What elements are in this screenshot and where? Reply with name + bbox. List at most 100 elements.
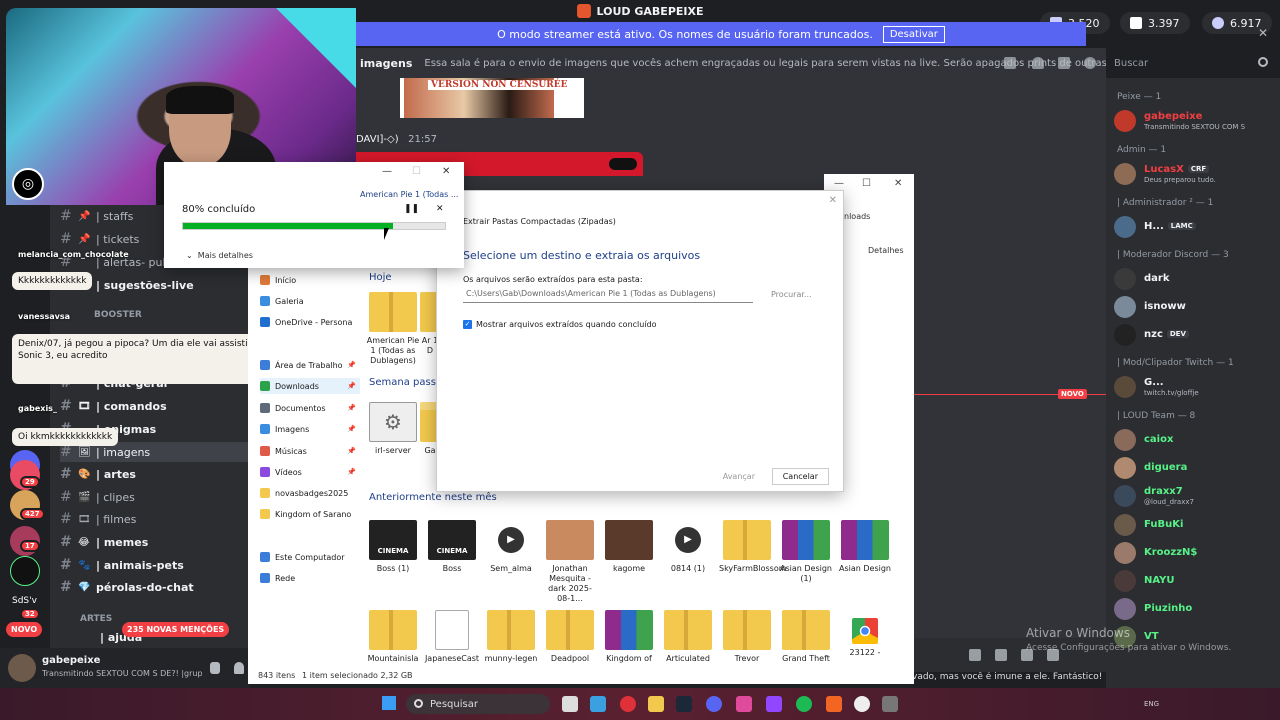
member-item[interactable]: NAYU bbox=[1114, 568, 1278, 594]
member-item[interactable]: isnoww bbox=[1114, 294, 1278, 320]
next-button[interactable]: Avançar bbox=[713, 469, 765, 484]
explorer-icon[interactable] bbox=[648, 696, 664, 712]
file-item[interactable]: CINEMA Boss bbox=[424, 520, 480, 574]
nav-item-documentos[interactable]: Documentos 📌 bbox=[260, 400, 360, 416]
member-item[interactable]: dark bbox=[1114, 266, 1278, 292]
member-item[interactable]: KroozzN$ bbox=[1114, 540, 1278, 566]
app-icon[interactable] bbox=[882, 696, 898, 712]
file-item[interactable]: kagome bbox=[601, 520, 657, 574]
nav-item-videos[interactable]: Vídeos 📌 bbox=[260, 464, 360, 480]
file-item[interactable]: munny-legen bbox=[483, 610, 539, 664]
taskview-icon[interactable] bbox=[562, 696, 578, 712]
pin-icon[interactable] bbox=[1058, 57, 1070, 69]
file-item[interactable]: Jonathan Mesquita - dark 2025-08-1... bbox=[542, 520, 598, 604]
nav-item-este-computador[interactable]: Este Computador bbox=[260, 549, 360, 565]
app-icon[interactable] bbox=[736, 696, 752, 712]
file-item[interactable]: American Pie 1 (Todas as Dublagens) bbox=[365, 292, 421, 366]
close-icon[interactable]: ✕ bbox=[829, 195, 837, 206]
new-pill[interactable]: NOVO bbox=[6, 622, 43, 637]
category-artes[interactable]: ARTES bbox=[80, 614, 112, 624]
file-item[interactable]: Kingdom of bbox=[601, 610, 657, 664]
member-item[interactable]: LucasX CRF Deus preparou tudo. bbox=[1114, 161, 1278, 187]
opera-icon[interactable] bbox=[620, 696, 636, 712]
file-item[interactable]: Trevor bbox=[719, 610, 775, 664]
channel-artes[interactable]: # 🎨 | artes bbox=[60, 464, 250, 484]
channel-comandos[interactable]: # 🎞 | comandos bbox=[60, 396, 250, 416]
nav-item-desktop[interactable]: Área de Trabalho 📌 bbox=[260, 357, 360, 373]
more-details-button[interactable]: ⌄ Mais detalhes bbox=[186, 251, 253, 260]
member-item[interactable]: Piuzinho bbox=[1114, 596, 1278, 622]
member-item[interactable]: FuBuKi bbox=[1114, 512, 1278, 538]
obs-icon[interactable] bbox=[854, 696, 870, 712]
minimize-icon[interactable]: — bbox=[382, 166, 392, 177]
message-image[interactable]: VERSION NON CENSURÉE bbox=[400, 78, 584, 118]
file-item[interactable]: Deadpool bbox=[542, 610, 598, 664]
file-item[interactable]: JapaneseCast bbox=[424, 610, 480, 664]
member-item[interactable]: draxx7 @loud_draxx7 bbox=[1114, 483, 1278, 509]
disable-streamer-button[interactable]: Desativar bbox=[882, 25, 945, 43]
file-item[interactable]: ⚙ irl-server bbox=[365, 402, 421, 456]
maximize-icon[interactable]: ☐ bbox=[862, 178, 871, 189]
file-item[interactable]: CINEMA Boss (1) bbox=[365, 520, 421, 574]
destination-input[interactable]: C:\Users\Gab\Downloads\American Pie 1 (T… bbox=[463, 289, 753, 303]
nav-item-galeria[interactable]: Galeria bbox=[260, 293, 360, 309]
close-icon[interactable]: ✕ bbox=[442, 166, 450, 177]
nav-item-kingdom[interactable]: Kingdom of Sarano bbox=[260, 506, 360, 522]
section-month[interactable]: Anteriormente neste mês bbox=[369, 492, 497, 503]
channel-filmes[interactable]: # 🎞 | filmes bbox=[60, 509, 250, 529]
file-item[interactable]: Articulated bbox=[660, 610, 716, 664]
nav-item-inicio[interactable]: Início bbox=[260, 272, 360, 288]
member-item[interactable]: diguera bbox=[1114, 455, 1278, 481]
nav-item-imagens[interactable]: Imagens 📌 bbox=[260, 421, 360, 437]
minimize-icon[interactable]: — bbox=[834, 178, 844, 189]
member-item[interactable]: G... twitch.tv/gloffje bbox=[1114, 374, 1278, 400]
steam-icon[interactable] bbox=[676, 696, 692, 712]
nav-item-downloads[interactable]: Downloads 📌 bbox=[260, 378, 360, 394]
bell-icon[interactable] bbox=[1032, 57, 1044, 69]
member-item[interactable]: H... LAMC bbox=[1114, 214, 1278, 240]
twitch-icon[interactable] bbox=[766, 696, 782, 712]
nav-item-onedrive[interactable]: OneDrive - Persona bbox=[260, 314, 360, 330]
gif-icon[interactable] bbox=[995, 649, 1007, 661]
mentions-pill[interactable]: 235 NOVAS MENÇÕES bbox=[122, 622, 230, 637]
windows-start-icon[interactable] bbox=[382, 696, 396, 710]
channel-animais-pets[interactable]: # 🐾 | animais-pets bbox=[60, 555, 250, 575]
discord-icon[interactable] bbox=[706, 696, 722, 712]
category-booster[interactable]: BOOSTER bbox=[94, 310, 142, 320]
members-icon[interactable] bbox=[1084, 57, 1096, 69]
file-item[interactable]: 23122 - bbox=[837, 610, 893, 658]
copilot-icon[interactable] bbox=[590, 696, 606, 712]
avatar[interactable] bbox=[8, 654, 36, 682]
member-item[interactable]: caiox bbox=[1114, 427, 1278, 453]
cancel-button[interactable]: Cancelar bbox=[771, 468, 829, 485]
channel-memes[interactable]: # 😂 | memes bbox=[60, 532, 250, 552]
browse-button[interactable]: Procurar... bbox=[771, 290, 812, 299]
threads-icon[interactable] bbox=[1004, 57, 1016, 69]
server-icon[interactable] bbox=[10, 556, 40, 586]
spotify-icon[interactable] bbox=[796, 696, 812, 712]
mic-icon[interactable] bbox=[210, 662, 220, 674]
pause-icon[interactable]: ❚❚ bbox=[404, 204, 419, 214]
app-icon[interactable] bbox=[826, 696, 842, 712]
gift-icon[interactable] bbox=[969, 649, 981, 661]
search-input[interactable]: Buscar bbox=[1108, 52, 1274, 74]
taskbar-search[interactable]: Pesquisar bbox=[406, 694, 550, 714]
close-icon[interactable]: ✕ bbox=[894, 178, 902, 189]
file-item[interactable]: ▶ 0814 (1) bbox=[660, 520, 716, 574]
channel-clipes[interactable]: # 🎬 | clipes bbox=[60, 487, 250, 507]
file-item[interactable]: Asian Design bbox=[837, 520, 893, 574]
member-item[interactable]: gabepeixe Transmitindo SEXTOU COM S bbox=[1114, 108, 1278, 134]
close-icon[interactable]: ✕ bbox=[1258, 26, 1268, 40]
file-item[interactable]: Mountainisla bbox=[365, 610, 421, 664]
stop-icon[interactable]: ✕ bbox=[436, 204, 444, 214]
nav-item-musicas[interactable]: Músicas 📌 bbox=[260, 443, 360, 459]
nav-item-novasbadges[interactable]: novasbadges2025 bbox=[260, 485, 360, 501]
member-item[interactable]: nzc DEV bbox=[1114, 322, 1278, 348]
channel-perolas-do-chat[interactable]: # 💎 pérolas-do-chat bbox=[60, 577, 250, 597]
nav-item-rede[interactable]: Rede bbox=[260, 570, 360, 586]
file-item[interactable]: SkyFarmBlossom bbox=[719, 520, 787, 574]
show-files-checkbox[interactable]: ✓ Mostrar arquivos extraídos quando concl… bbox=[463, 320, 657, 329]
kick-counter[interactable]: 3.397 bbox=[1120, 12, 1190, 34]
headphones-icon[interactable] bbox=[234, 662, 244, 674]
language-indicator[interactable]: ENG bbox=[1144, 700, 1159, 708]
